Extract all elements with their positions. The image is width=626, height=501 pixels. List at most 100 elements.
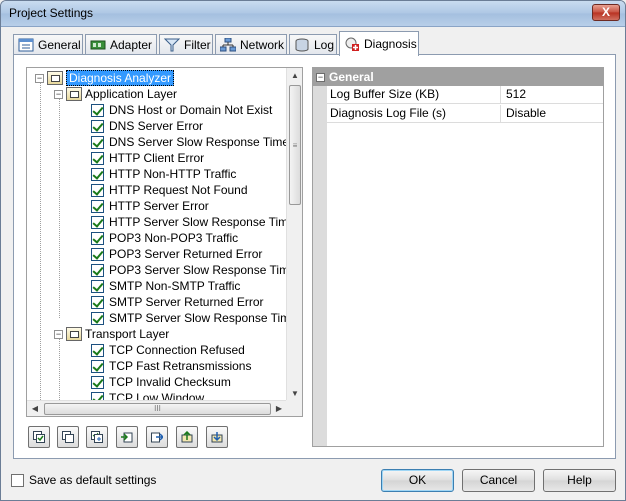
tree-group-transport-layer[interactable]: − Transport Layer — [54, 326, 169, 342]
checkbox-checked[interactable] — [91, 359, 104, 373]
ok-button[interactable]: OK — [381, 469, 454, 492]
checkbox-checked[interactable] — [91, 199, 104, 213]
move-down-button[interactable] — [206, 426, 228, 448]
tab-label: Diagnosis — [364, 37, 417, 51]
invert-check-button[interactable] — [86, 426, 108, 448]
tree-item[interactable]: HTTP Client Error — [91, 150, 204, 166]
checkbox-checked[interactable] — [91, 119, 104, 133]
tree-item-label: POP3 Server Slow Response Time — [109, 263, 287, 277]
tree-item[interactable]: POP3 Non-POP3 Traffic — [91, 230, 238, 246]
checkbox-checked[interactable] — [91, 135, 104, 149]
tree-item-label: HTTP Request Not Found — [109, 183, 248, 197]
tree-horizontal-scrollbar[interactable]: ◀ III ▶ — [27, 400, 287, 416]
scroll-right-icon[interactable]: ▶ — [271, 401, 287, 416]
tree-vertical-scrollbar[interactable]: ▲ ≡ ▼ — [286, 68, 302, 402]
tree-item[interactable]: HTTP Server Slow Response Time — [91, 214, 287, 230]
tree-root-analyzer[interactable]: − Diagnosis Analyzer — [35, 70, 175, 86]
filter-icon — [163, 38, 181, 52]
tab-network[interactable]: Network — [215, 34, 287, 55]
checkbox-checked[interactable] — [91, 103, 104, 117]
tree-item[interactable]: TCP Fast Retransmissions — [91, 358, 251, 374]
import-button[interactable] — [116, 426, 138, 448]
checkbox-checked[interactable] — [91, 343, 104, 357]
tab-diagnosis[interactable]: Diagnosis — [339, 31, 419, 56]
tab-general[interactable]: General — [13, 34, 83, 55]
tree-item[interactable]: DNS Server Error — [91, 118, 203, 134]
property-value-log-buffer-size[interactable]: 512 — [503, 86, 603, 104]
grid-gutter — [313, 68, 327, 446]
tree-root-label: Diagnosis Analyzer — [66, 70, 175, 86]
checkbox-checked[interactable] — [91, 151, 104, 165]
checkbox-checked[interactable] — [91, 183, 104, 197]
property-name: Diagnosis Log File (s) — [327, 105, 501, 123]
save-as-default-checkbox[interactable]: Save as default settings — [11, 473, 156, 487]
checkbox-checked[interactable] — [91, 311, 104, 325]
collapse-icon[interactable]: − — [316, 72, 325, 82]
project-settings-window: Project Settings X General Adapter Filte… — [0, 0, 626, 501]
uncheck-all-button[interactable] — [57, 426, 79, 448]
tree-item[interactable]: DNS Host or Domain Not Exist — [91, 102, 272, 118]
tree-item[interactable]: SMTP Server Returned Error — [91, 294, 264, 310]
cancel-button[interactable]: Cancel — [462, 469, 535, 492]
tree-item-label: DNS Server Error — [109, 119, 204, 133]
tree-item[interactable]: POP3 Server Returned Error — [91, 246, 262, 262]
scroll-thumb-vertical[interactable]: ≡ — [289, 85, 301, 205]
property-category-general[interactable]: − General — [313, 68, 603, 86]
scroll-left-icon[interactable]: ◀ — [27, 401, 43, 416]
tree-item[interactable]: POP3 Server Slow Response Time — [91, 262, 287, 278]
tree-item[interactable]: SMTP Non-SMTP Traffic — [91, 278, 240, 294]
checkbox-checked[interactable] — [91, 375, 104, 389]
list-icon — [18, 38, 34, 52]
tab-log[interactable]: Log — [289, 34, 337, 55]
scroll-up-icon[interactable]: ▲ — [287, 68, 302, 84]
property-value-diagnosis-log-file[interactable]: Disable — [503, 105, 603, 123]
save-default-label: Save as default settings — [29, 473, 157, 487]
tree-item[interactable]: TCP Invalid Checksum — [91, 374, 231, 390]
import-icon — [121, 432, 133, 443]
checkbox-checked[interactable] — [91, 215, 104, 229]
tree-item[interactable]: HTTP Request Not Found — [91, 182, 248, 198]
tree-item[interactable]: TCP Connection Refused — [91, 342, 245, 358]
checkbox-unchecked[interactable] — [11, 473, 24, 487]
tree-group-application-layer[interactable]: − Application Layer — [54, 86, 177, 102]
tree-item-label: POP3 Server Returned Error — [109, 247, 263, 261]
tab-adapter[interactable]: Adapter — [85, 34, 157, 55]
tree-group-label: Transport Layer — [85, 327, 170, 341]
export-button[interactable] — [146, 426, 168, 448]
close-button[interactable]: X — [592, 4, 620, 21]
move-up-button[interactable] — [176, 426, 198, 448]
property-row-diagnosis-log-file[interactable]: Diagnosis Log File (s) Disable — [327, 105, 603, 123]
checkbox-checked[interactable] — [91, 231, 104, 245]
tree-item-label: TCP Connection Refused — [109, 343, 245, 357]
scroll-thumb-horizontal[interactable]: III — [44, 403, 271, 415]
tree-item[interactable]: DNS Server Slow Response Time — [91, 134, 287, 150]
tree-item-label: TCP Invalid Checksum — [109, 375, 231, 389]
invert-check-icon — [91, 431, 103, 443]
tree-item[interactable]: SMTP Server Slow Response Time — [91, 310, 287, 326]
help-button[interactable]: Help — [543, 469, 616, 492]
layer-icon — [66, 327, 82, 341]
uncheck-all-icon — [62, 431, 74, 443]
checkbox-checked[interactable] — [91, 167, 104, 181]
tree-item[interactable]: HTTP Server Error — [91, 198, 209, 214]
collapse-icon[interactable]: − — [35, 73, 44, 83]
diagnosis-tree[interactable]: − Diagnosis Analyzer − Application Layer… — [26, 67, 303, 417]
scrollbar-corner — [286, 400, 302, 416]
property-row-log-buffer-size[interactable]: Log Buffer Size (KB) 512 — [327, 86, 603, 104]
tree-item-label: SMTP Server Slow Response Time — [109, 311, 287, 325]
layer-icon — [66, 87, 82, 101]
tree-item-label: HTTP Non-HTTP Traffic — [109, 167, 237, 181]
checkbox-checked[interactable] — [91, 247, 104, 261]
check-all-button[interactable] — [28, 426, 50, 448]
collapse-icon[interactable]: − — [54, 89, 63, 99]
tree-item[interactable]: HTTP Non-HTTP Traffic — [91, 166, 236, 182]
collapse-icon[interactable]: − — [54, 329, 63, 339]
adapter-icon — [90, 38, 106, 52]
property-name: Log Buffer Size (KB) — [327, 86, 501, 104]
tab-filter[interactable]: Filter — [159, 34, 213, 55]
checkbox-checked[interactable] — [91, 295, 104, 309]
checkbox-checked[interactable] — [91, 279, 104, 293]
checkbox-checked[interactable] — [91, 263, 104, 277]
tab-label: Adapter — [110, 38, 153, 52]
title-bar[interactable]: Project Settings X — [1, 1, 625, 27]
